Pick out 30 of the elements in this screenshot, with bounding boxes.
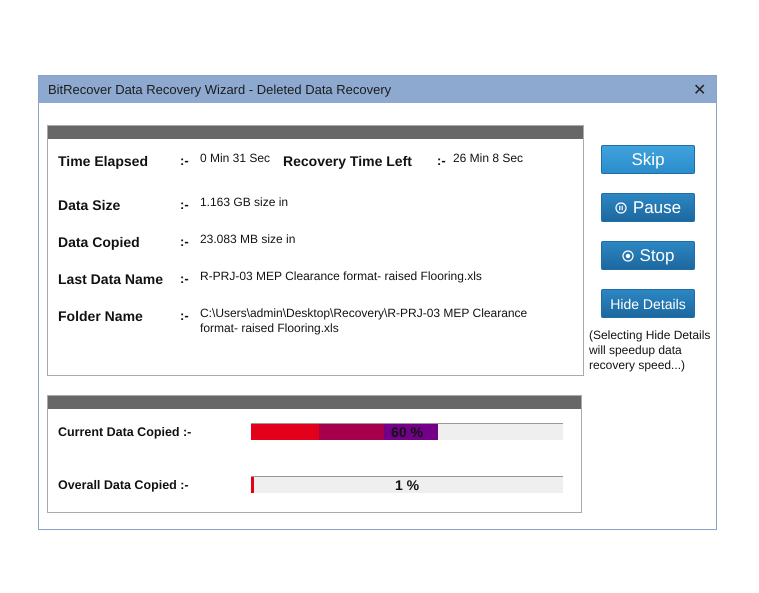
field-label: Recovery Time Left <box>283 152 413 169</box>
stop-icon <box>622 250 634 262</box>
field-value: C:\Users\admin\Desktop\Recovery\R-PRJ-03 MEP Clearance format- raised Flooring.xls <box>200 305 528 336</box>
field-label: Data Size <box>58 196 122 213</box>
action-button[interactable]: Stop <box>601 241 695 270</box>
progress-percent: 1 % <box>394 477 420 493</box>
action-button[interactable]: Hide Details <box>601 289 695 318</box>
pause-icon <box>614 202 627 214</box>
field-label: Last Data Name <box>58 270 164 287</box>
separator: :- <box>180 196 190 212</box>
field-value: R-PRJ-03 MEP Clearance format- raised Flooring.xls <box>200 268 483 284</box>
field-value: 0 Min 31 Sec <box>200 150 272 166</box>
progress-label: Overall Data Copied :- <box>58 478 190 492</box>
close-button[interactable]: ✕ <box>693 80 706 100</box>
separator: :- <box>180 233 190 249</box>
separator: :- <box>180 270 190 286</box>
action-button[interactable]: Pause <box>601 193 695 222</box>
field-label: Data Copied <box>58 233 141 250</box>
field-value: 26 Min 8 Sec <box>453 150 524 166</box>
field-value: 1.163 GB size in <box>200 194 290 210</box>
hint-text: (Selecting Hide Details will speedup data recovery speed...) <box>589 328 712 373</box>
field-label: Folder Name <box>58 307 144 324</box>
separator: :- <box>180 152 190 168</box>
field-label: Time Elapsed <box>58 152 150 169</box>
action-button[interactable]: Skip <box>601 145 695 174</box>
field-value: 23.083 MB size in <box>200 231 296 247</box>
progress-percent: 60 % <box>390 424 424 440</box>
progress-label: Current Data Copied :- <box>58 424 192 438</box>
separator: :- <box>180 307 190 323</box>
window-title: BitRecover Data Recovery Wizard - Deleted Data Recovery <box>48 82 392 97</box>
